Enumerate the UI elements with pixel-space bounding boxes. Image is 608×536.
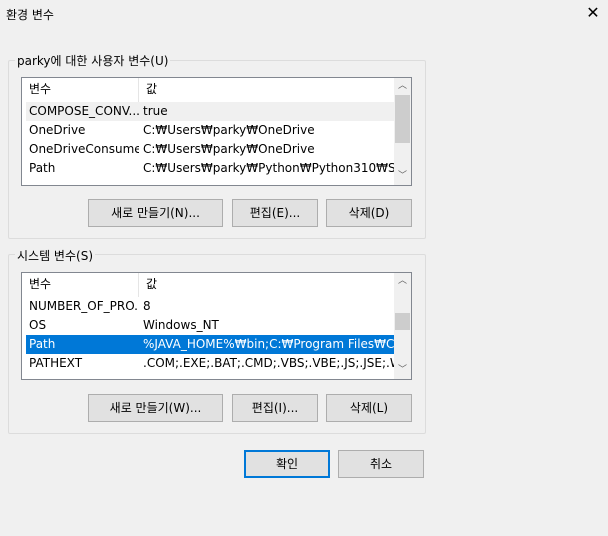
table-row-selected[interactable]: Path %JAVA_HOME%₩bin;C:₩Program Files₩Co.… bbox=[26, 335, 394, 354]
system-variables-list[interactable]: 변수 값 NUMBER_OF_PRO... 8 OS Windows_NT Path%… bbox=[21, 272, 412, 380]
table-row[interactable]: PATHEXT .COM;.EXE;.BAT;.CMD;.VBS;.VBE;.JS… bbox=[26, 354, 394, 373]
var-name: OS bbox=[29, 318, 47, 332]
var-value: C:₩Users₩parky₩OneDrive bbox=[143, 123, 315, 137]
ok-button[interactable]: 확인 bbox=[244, 450, 330, 478]
chevron-up-icon[interactable]: ︿ bbox=[394, 273, 411, 290]
table-row[interactable]: OS Windows_NT bbox=[26, 316, 394, 335]
table-row[interactable]: NUMBER_OF_PRO... 8 bbox=[26, 297, 394, 316]
close-icon[interactable]: ✕ bbox=[582, 2, 604, 24]
window-title: 환경 변수 bbox=[6, 8, 54, 22]
table-row[interactable]: COMPOSE_CONV... true bbox=[26, 102, 394, 121]
scrollbar[interactable]: ︿ ﹀ bbox=[394, 273, 411, 379]
column-header-value[interactable]: 값 bbox=[139, 273, 157, 297]
var-value: %JAVA_HOME%₩bin;C:₩Program Files₩Co... bbox=[143, 337, 394, 351]
chevron-down-icon[interactable]: ﹀ bbox=[394, 168, 411, 185]
chevron-up-icon[interactable]: ︿ bbox=[394, 78, 411, 95]
user-edit-button[interactable]: 편집(E)... bbox=[232, 199, 318, 227]
var-name: Path bbox=[29, 161, 56, 175]
system-new-button[interactable]: 새로 만들기(W)... bbox=[88, 394, 223, 422]
scrollbar[interactable]: ︿ ﹀ bbox=[394, 78, 411, 185]
user-new-button[interactable]: 새로 만들기(N)... bbox=[88, 199, 223, 227]
var-name: OneDrive bbox=[29, 123, 86, 137]
var-name: NUMBER_OF_PRO... bbox=[29, 299, 139, 313]
var-value: 8 bbox=[143, 299, 151, 313]
user-variables-legend: parky에 대한 사용자 변수(U) bbox=[15, 52, 171, 69]
var-value: C:₩Users₩parky₩Python₩Python310₩Scri... bbox=[143, 161, 394, 175]
user-variables-list[interactable]: 변수 값 COMPOSE_CONV... true OneDrive C:₩Users… bbox=[21, 77, 412, 186]
system-variables-legend: 시스템 변수(S) bbox=[15, 247, 95, 264]
chevron-down-icon[interactable]: ﹀ bbox=[394, 362, 411, 379]
system-edit-button[interactable]: 편집(I)... bbox=[232, 394, 318, 422]
var-value: true bbox=[143, 104, 168, 118]
column-header-name[interactable]: 변수 bbox=[22, 273, 139, 297]
var-name: Path bbox=[29, 337, 56, 351]
var-name: OneDriveConsumer bbox=[29, 142, 139, 156]
var-name: COMPOSE_CONV... bbox=[29, 104, 139, 118]
var-name: PATHEXT bbox=[29, 356, 83, 370]
user-delete-button[interactable]: 삭제(D) bbox=[326, 199, 412, 227]
var-value: .COM;.EXE;.BAT;.CMD;.VBS;.VBE;.JS;.JSE;.… bbox=[143, 356, 394, 370]
var-value: Windows_NT bbox=[143, 318, 219, 332]
scrollbar-thumb[interactable] bbox=[395, 95, 410, 143]
cancel-button[interactable]: 취소 bbox=[338, 450, 424, 478]
column-header-value[interactable]: 값 bbox=[139, 78, 157, 102]
var-value: C:₩Users₩parky₩OneDrive bbox=[143, 142, 315, 156]
table-row[interactable]: OneDriveConsumer C:₩Users₩parky₩OneDrive bbox=[26, 140, 394, 159]
column-header-name[interactable]: 변수 bbox=[22, 78, 139, 102]
table-row[interactable]: OneDrive C:₩Users₩parky₩OneDrive bbox=[26, 121, 394, 140]
table-row[interactable]: Path C:₩Users₩parky₩Python₩Python310₩Scri… bbox=[26, 159, 394, 178]
system-delete-button[interactable]: 삭제(L) bbox=[326, 394, 412, 422]
scrollbar-thumb[interactable] bbox=[395, 313, 410, 330]
